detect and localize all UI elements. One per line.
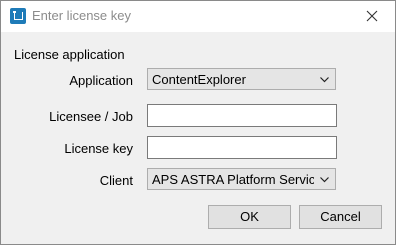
chevron-down-icon [320, 77, 329, 83]
cancel-button[interactable]: Cancel [299, 205, 382, 229]
application-select[interactable]: ContentExplorer [147, 68, 336, 90]
ok-button[interactable]: OK [208, 205, 291, 229]
window-title: Enter license key [32, 8, 131, 23]
license-dialog: Enter license key License application Ap… [0, 0, 396, 245]
close-icon [366, 10, 378, 22]
client-value: APS ASTRA Platform Services [152, 172, 314, 187]
license-key-input[interactable] [147, 136, 337, 159]
title-bar[interactable]: Enter license key [1, 1, 395, 32]
chevron-down-icon [320, 177, 329, 183]
close-button[interactable] [349, 1, 395, 32]
application-label: Application [69, 73, 133, 88]
licensee-input[interactable] [147, 104, 337, 127]
group-label: License application [14, 47, 125, 62]
license-app-icon [10, 8, 26, 24]
client-select[interactable]: APS ASTRA Platform Services [147, 168, 336, 190]
licensee-label: Licensee / Job [49, 109, 133, 124]
client-label: Client [99, 173, 133, 188]
license-key-label: License key [64, 141, 133, 156]
application-value: ContentExplorer [152, 72, 246, 87]
